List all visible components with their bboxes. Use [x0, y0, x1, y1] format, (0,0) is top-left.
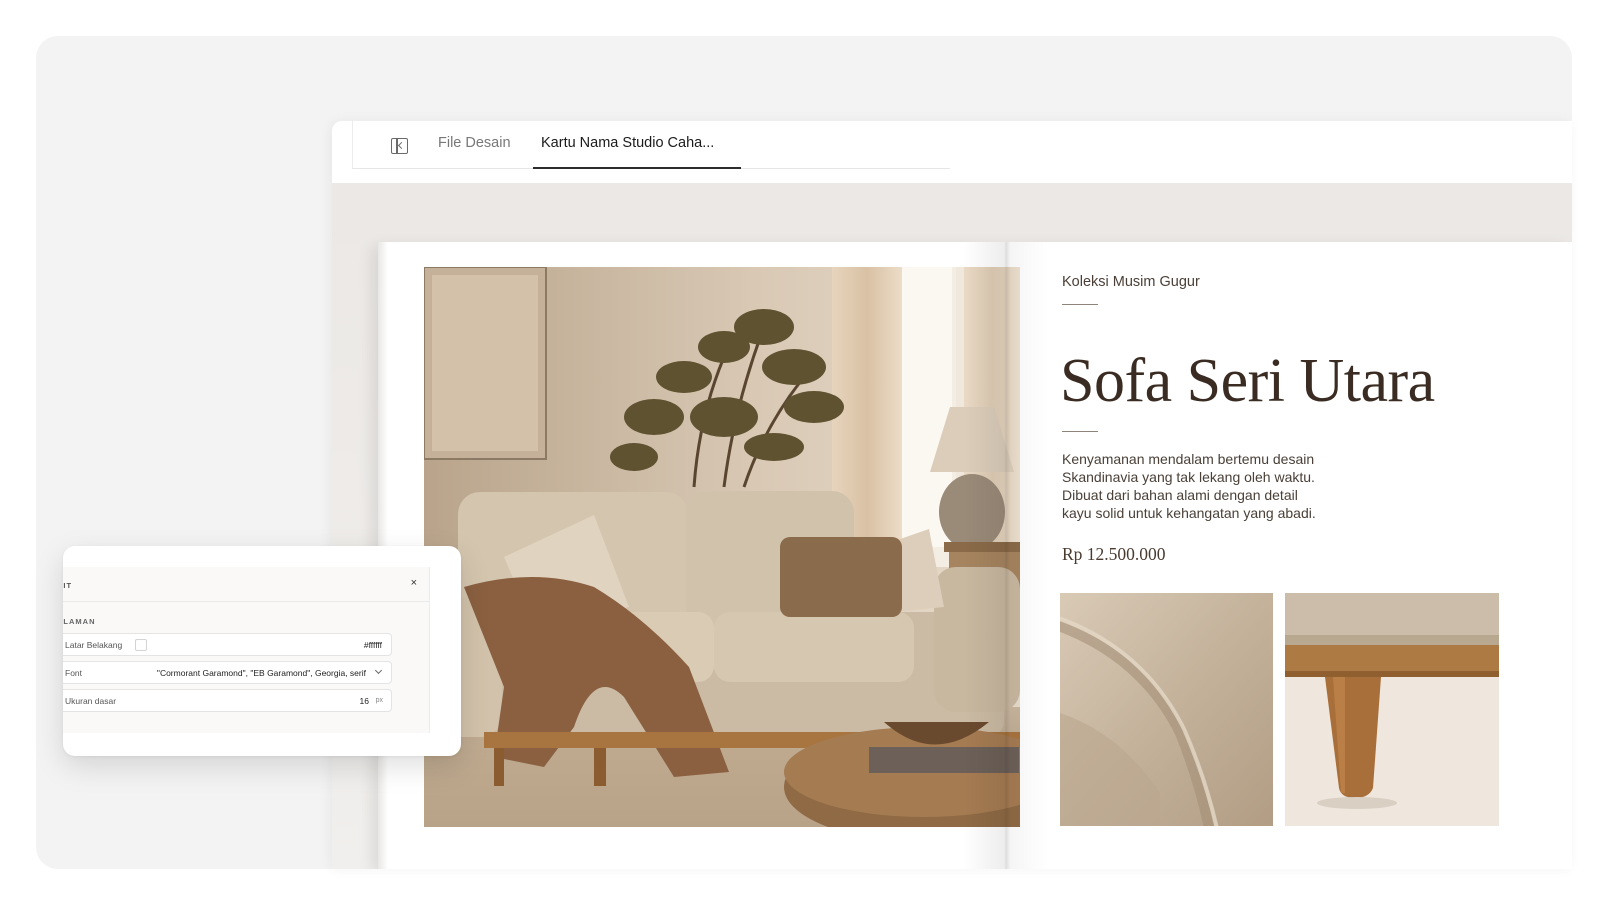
design-canvas[interactable]: Koleksi Musim Gugur Sofa Seri Utara Keny…: [332, 183, 1572, 869]
section-heading: ALAMAN: [63, 617, 96, 626]
wood-leg-detail-photo[interactable]: [1285, 593, 1499, 826]
chevron-down-icon[interactable]: [374, 666, 383, 675]
product-description[interactable]: Kenyamanan mendalam bertemu desain Skand…: [1062, 450, 1322, 522]
page-inspector-panel: DIT × ALAMAN Latar Belakang #ffffff Font…: [63, 567, 430, 733]
active-tab-indicator: [533, 167, 741, 169]
background-value[interactable]: #ffffff: [364, 640, 382, 650]
inspector-card: DIT × ALAMAN Latar Belakang #ffffff Font…: [63, 546, 461, 756]
hero-sofa-photo[interactable]: [424, 267, 1020, 827]
background-field[interactable]: Latar Belakang #ffffff: [63, 633, 392, 656]
base-size-value[interactable]: 16: [360, 696, 369, 706]
divider-rule: [1062, 431, 1098, 432]
fabric-detail-photo[interactable]: [1060, 593, 1273, 826]
collection-eyebrow[interactable]: Koleksi Musim Gugur: [1062, 274, 1200, 290]
base-size-label: Ukuran dasar: [65, 696, 117, 706]
right-page: Koleksi Musim Gugur Sofa Seri Utara Keny…: [1060, 242, 1572, 869]
close-icon[interactable]: ×: [411, 577, 417, 589]
tab-bar: File Desain Kartu Nama Studio Caha...: [332, 121, 1572, 183]
base-size-unit: px: [375, 697, 383, 704]
font-label: Font: [65, 668, 83, 678]
font-value[interactable]: "Cormorant Garamond", "EB Garamond", Geo…: [157, 668, 366, 678]
catalog-spread[interactable]: Koleksi Musim Gugur Sofa Seri Utara Keny…: [378, 242, 1572, 869]
inspector-header: DIT ×: [63, 567, 429, 602]
tab-strip: File Desain Kartu Nama Studio Caha...: [352, 121, 950, 169]
font-select[interactable]: Font "Cormorant Garamond", "EB Garamond"…: [63, 661, 392, 684]
background-label: Latar Belakang: [65, 640, 123, 650]
sidebar-panel-icon[interactable]: [391, 138, 408, 154]
divider-rule: [1062, 304, 1098, 305]
product-title[interactable]: Sofa Seri Utara: [1060, 346, 1435, 417]
inspector-title: DIT: [63, 581, 73, 590]
color-swatch[interactable]: [135, 639, 147, 651]
app-window: File Desain Kartu Nama Studio Caha... Ko…: [332, 121, 1572, 869]
product-price[interactable]: Rp 12.500.000: [1062, 544, 1166, 565]
base-size-field[interactable]: Ukuran dasar 16 px: [63, 689, 392, 712]
tab-business-card[interactable]: Kartu Nama Studio Caha...: [541, 135, 714, 151]
tab-file-desain[interactable]: File Desain: [438, 135, 511, 151]
